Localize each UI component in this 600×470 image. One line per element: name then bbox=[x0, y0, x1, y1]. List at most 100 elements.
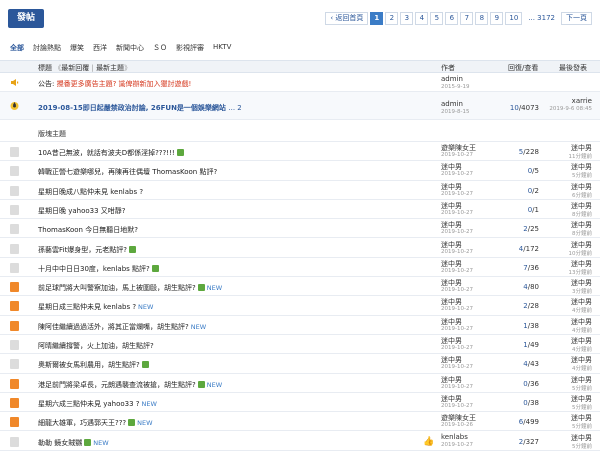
announcement-row: 公告: 攪番更多廣告主題? 識俾辦新加入獵討遊戲! admin 2015-9-1… bbox=[0, 73, 600, 92]
thread-title[interactable]: 星期日晚 yahoo33 又咁靜? bbox=[38, 206, 126, 216]
section-divider: 版塊主題 bbox=[0, 120, 600, 142]
thread-stats: 7/36 bbox=[523, 263, 539, 272]
back-home-button[interactable]: ‹ 返回首頁 bbox=[325, 12, 369, 25]
page-link-5[interactable]: 5 bbox=[430, 12, 444, 25]
new-badge: NEW bbox=[137, 419, 153, 428]
view-count: 5 bbox=[534, 167, 539, 176]
announcement-link[interactable]: 攪番更多廣告主題? 識俾辦新加入獵討遊戲! bbox=[57, 80, 192, 88]
view-count: 499 bbox=[525, 418, 539, 427]
reply-count: 4 bbox=[523, 283, 528, 292]
category-tab[interactable]: 爆笑 bbox=[70, 43, 84, 53]
page-link-10[interactable]: 10 bbox=[505, 12, 523, 25]
thread-title[interactable]: 前足球門將大叫警察加油，馬上被圍毆，胡生點評? NEW bbox=[38, 283, 222, 293]
view-count: 25 bbox=[530, 225, 539, 234]
thread-link[interactable]: 陳阿佳繼續過過活外，將其正當爛嘴，胡生點評? bbox=[38, 323, 189, 331]
thread-link[interactable]: 韓戰正營七遊樂哪兒，再陳再往偶壇 ThomasKoon 點評? bbox=[38, 168, 217, 176]
reply-count: 7 bbox=[523, 263, 528, 272]
view-count: 1 bbox=[534, 205, 539, 214]
thread-title[interactable]: 細龍大雄軍，巧遇郭天王??? NEW bbox=[38, 418, 153, 428]
page-link-9[interactable]: 9 bbox=[490, 12, 504, 25]
thread-title[interactable]: 星期日成三點仲未見 kenlabs ? NEW bbox=[38, 302, 153, 312]
last-post-time: 5分鐘前 bbox=[572, 443, 592, 450]
thread-link[interactable]: 勒勒 鏡女賊嬲 bbox=[38, 439, 82, 447]
thread-icon bbox=[10, 166, 19, 177]
thread-title[interactable]: 奧斯爾被女馬利農用，胡生點評? bbox=[38, 360, 149, 370]
category-tab[interactable]: 新聞中心 bbox=[116, 43, 144, 53]
announcement-title[interactable]: 公告: 攪番更多廣告主題? 識俾辦新加入獵討遊戲! bbox=[38, 79, 191, 89]
thread-title[interactable]: 勒勒 鏡女賊嬲 NEW bbox=[38, 438, 109, 448]
table-row: 星期日晚 yahoo33 又咁靜? 迷中男 2019-10-27 0/1 迷中男 8分鐘前 bbox=[0, 200, 600, 220]
thread-stats: 2/28 bbox=[523, 302, 539, 311]
thread-icon bbox=[10, 224, 19, 235]
page-link-11[interactable]: ... 3172 bbox=[524, 12, 559, 25]
page-link-8[interactable]: 8 bbox=[475, 12, 489, 25]
category-tab[interactable]: 全部 bbox=[10, 43, 24, 53]
thread-link[interactable]: 港足前門將梁卓長，元朗遇襲查流被搶，胡生點評? bbox=[38, 381, 196, 389]
page-link-7[interactable]: 7 bbox=[460, 12, 474, 25]
thread-title[interactable]: 星期六成三點仲未見 yahoo33 ? NEW bbox=[38, 399, 157, 409]
view-count: 172 bbox=[525, 244, 539, 253]
page-link-1[interactable]: 1 bbox=[370, 12, 384, 25]
pin-icon bbox=[10, 101, 19, 111]
page-link-4[interactable]: 4 bbox=[415, 12, 429, 25]
thread-link[interactable]: 奧斯爾被女馬利農用，胡生點評? bbox=[38, 361, 140, 369]
thread-link[interactable]: 星期六成三點仲未見 yahoo33 ? bbox=[38, 400, 140, 408]
thread-title[interactable]: 陳阿佳繼續過過活外，將其正當爛嘴，胡生點評? NEW bbox=[38, 322, 206, 332]
thread-author[interactable]: kenlabs bbox=[441, 433, 468, 441]
table-row: 前足球門將大叫警察加油，馬上被圍毆，胡生點評? NEW 迷中男 2019-10-27 4… bbox=[0, 277, 600, 297]
thread-link[interactable]: 細龍大雄軍，巧遇郭天王??? bbox=[38, 419, 126, 427]
announcement-prefix: 公告: bbox=[38, 80, 55, 88]
announcement-author[interactable]: admin bbox=[441, 75, 463, 83]
thread-title[interactable]: 阿晴繼續撐警，火上加油，胡生點評? bbox=[38, 341, 154, 351]
thread-link[interactable]: 10A昔己無波，就話有波夫D都係淫掉???!!! bbox=[38, 149, 175, 157]
thread-date: 2019-10-26 bbox=[441, 422, 473, 429]
thumbs-up-icon: 👍 bbox=[423, 436, 435, 447]
thread-link[interactable]: 十月中中日日30度，kenlabs 點評? bbox=[38, 265, 150, 273]
sort-new-topic-link[interactable]: 最新主題 bbox=[96, 64, 124, 72]
thread-link[interactable]: 星期日成三點仲未見 kenlabs ? bbox=[38, 303, 136, 311]
thread-icon bbox=[10, 436, 19, 447]
category-tab[interactable]: HKTV bbox=[213, 43, 231, 53]
thread-link[interactable]: 阿晴繼續撐警，火上加油，胡生點評? bbox=[38, 342, 154, 350]
view-count: 36 bbox=[530, 379, 539, 388]
page-link-2[interactable]: 2 bbox=[385, 12, 399, 25]
last-post-time: 4分鐘前 bbox=[572, 308, 592, 315]
thread-title[interactable]: 港足前門將梁卓長，元朗遇襲查流被搶，胡生點評? NEW bbox=[38, 380, 222, 390]
category-tab[interactable]: 影視評審 bbox=[176, 43, 204, 53]
sticky-link[interactable]: 2019-08-15即日起嚴禁政治討論, 26FUN是一個娛樂網站 bbox=[38, 104, 226, 112]
post-button[interactable]: 發帖 bbox=[8, 9, 44, 28]
thread-date: 2019-10-27 bbox=[441, 383, 473, 390]
thread-link[interactable]: 星期日晚 yahoo33 又咁靜? bbox=[38, 207, 126, 215]
sticky-author[interactable]: admin bbox=[441, 100, 463, 108]
thread-title[interactable]: 十月中中日日30度，kenlabs 點評? bbox=[38, 264, 159, 274]
thread-date: 2019-10-27 bbox=[441, 306, 473, 313]
back-home-label: 返回首頁 bbox=[335, 14, 364, 22]
thread-link[interactable]: 前足球門將大叫警察加油，馬上被圍毆，胡生點評? bbox=[38, 284, 196, 292]
thread-date: 2019-10-27 bbox=[441, 441, 473, 448]
sticky-pages[interactable]: ... 2 bbox=[228, 104, 241, 112]
page-link-3[interactable]: 3 bbox=[400, 12, 414, 25]
table-row: 港足前門將梁卓長，元朗遇襲查流被搶，胡生點評? NEW 迷中男 2019-10-27 0… bbox=[0, 374, 600, 393]
thread-date: 2019-10-27 bbox=[441, 152, 473, 158]
thread-title[interactable]: 10A昔己無波，就話有波夫D都係淫掉???!!! bbox=[38, 148, 184, 158]
thread-title[interactable]: 星期日晚成八點仲未見 kenlabs ? bbox=[38, 187, 143, 197]
sticky-title[interactable]: 2019-08-15即日起嚴禁政治討論, 26FUN是一個娛樂網站 ... 2 bbox=[38, 103, 242, 113]
category-tab[interactable]: 討論熱點 bbox=[33, 43, 61, 53]
reply-count: 0 bbox=[527, 186, 533, 195]
sticky-views: 4073 bbox=[521, 104, 539, 112]
sticky-last-name[interactable]: xarrie bbox=[572, 97, 592, 105]
page-link-6[interactable]: 6 bbox=[445, 12, 459, 25]
category-tab[interactable]: 西洋 bbox=[93, 43, 107, 53]
next-page-button[interactable]: 下一頁 bbox=[561, 12, 592, 25]
thread-title[interactable]: 韓戰正營七遊樂哪兒，再陳再往偶壇 ThomasKoon 點評? bbox=[38, 167, 217, 177]
thread-link[interactable]: 孫藝雲Fit爆身型，元老點評? bbox=[38, 246, 127, 254]
thread-link[interactable]: ThomasKoon 今日無聽日地默? bbox=[38, 226, 138, 234]
top-bar: 發帖 ‹ 返回首頁 1 2 3 4 5 6 7 8 9 10... 3172 下一頁 bbox=[0, 0, 600, 38]
thread-link[interactable]: 星期日晚成八點仲未見 kenlabs ? bbox=[38, 188, 143, 196]
sort-new-reply-link[interactable]: 最新回覆 bbox=[61, 64, 89, 72]
category-tab[interactable]: ＳＯ bbox=[153, 43, 167, 53]
thread-title[interactable]: ThomasKoon 今日無聽日地默? bbox=[38, 225, 138, 235]
reply-count: 2 bbox=[518, 437, 524, 446]
thread-title[interactable]: 孫藝雲Fit爆身型，元老點評? bbox=[38, 245, 136, 255]
thread-icon bbox=[10, 359, 19, 370]
